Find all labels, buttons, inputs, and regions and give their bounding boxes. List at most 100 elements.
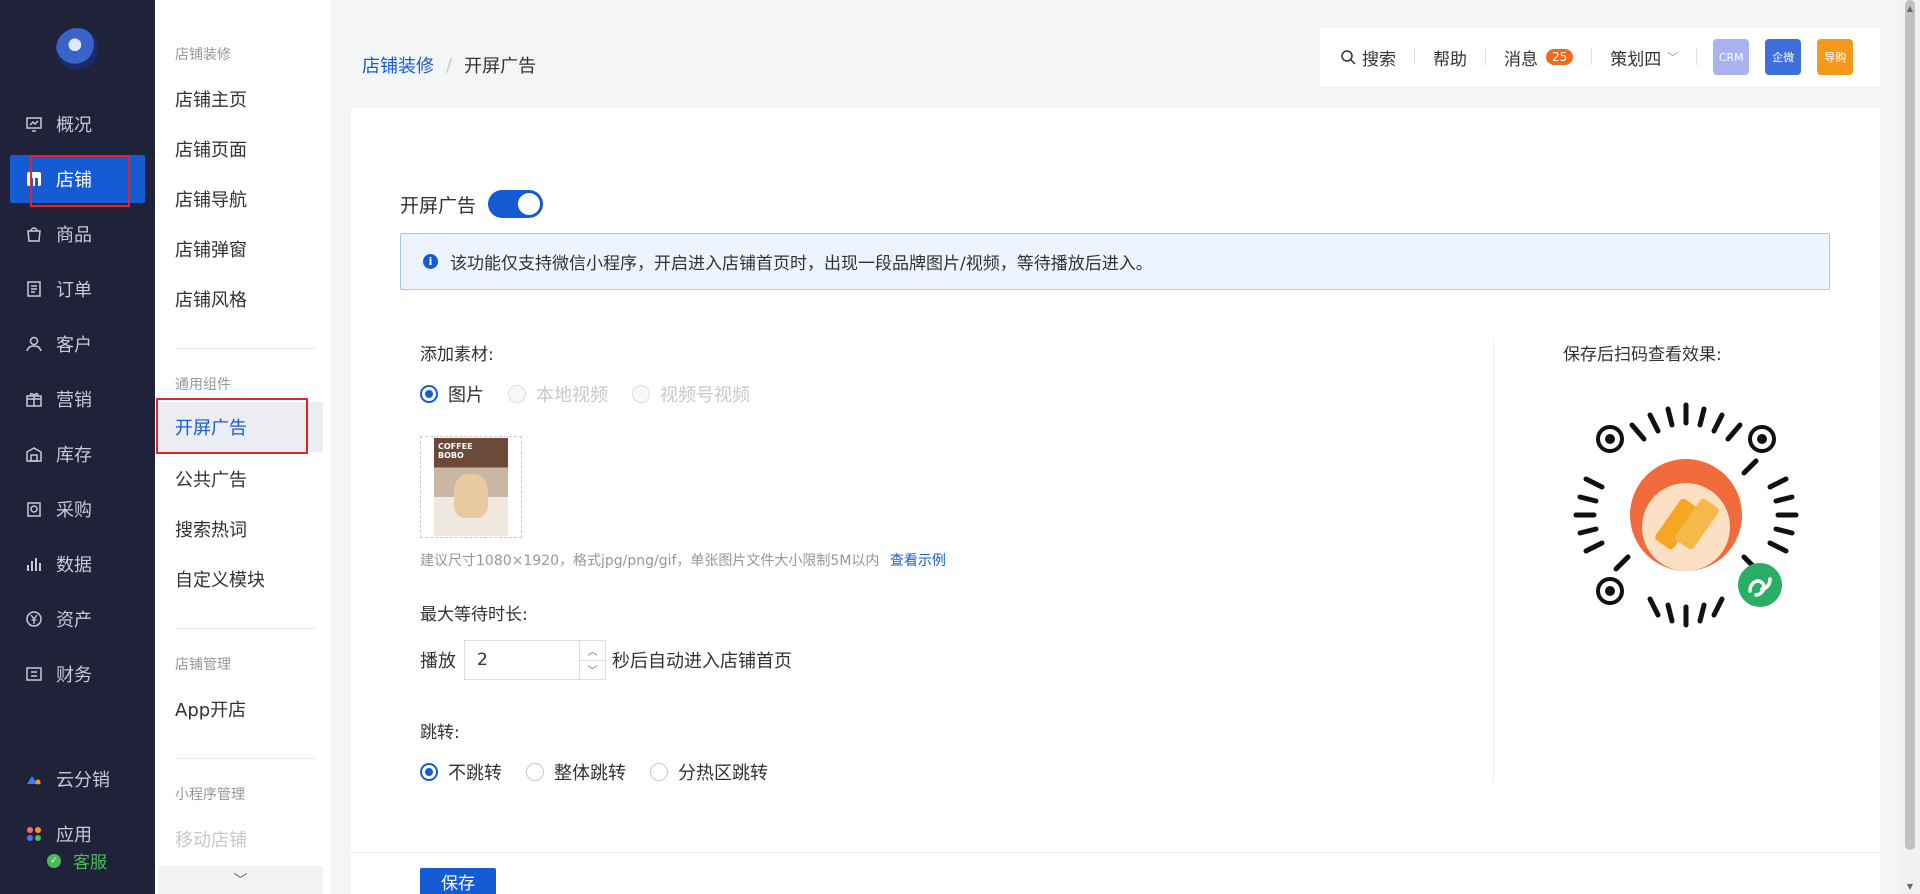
user-menu[interactable]: 策划四 ﹀ xyxy=(1610,45,1678,70)
radio-label: 不跳转 xyxy=(448,763,502,784)
radio-no-jump[interactable]: 不跳转 xyxy=(420,759,502,785)
nav-label: 云分销 xyxy=(56,770,110,791)
info-notice: i 该功能仅支持微信小程序，开启进入店铺首页时，出现一段品牌图片/视频，等待播放… xyxy=(400,233,1830,290)
divider xyxy=(1414,49,1415,65)
top-toolbar: 搜索 帮助 消息 25 策划四 ﹀ CRM 企微 导购 xyxy=(1320,28,1880,86)
nav-item-orders[interactable]: 订单 xyxy=(10,265,145,313)
chevron-down-icon: ﹀ xyxy=(233,873,248,889)
online-status-icon: ✓ xyxy=(47,853,61,868)
sec-group-title: 店铺装修 xyxy=(175,47,231,63)
guide-app-icon[interactable]: 导购 xyxy=(1817,39,1854,75)
divider xyxy=(1696,49,1698,65)
radio-local-video[interactable]: 本地视频 xyxy=(508,381,608,407)
radio-label: 分热区跳转 xyxy=(678,763,768,784)
divider xyxy=(175,348,315,349)
help-button[interactable]: 帮助 xyxy=(1433,45,1467,70)
yen-icon xyxy=(24,609,44,629)
sec-item-store-pages[interactable]: 店铺页面 xyxy=(175,136,247,162)
mini-program-icon xyxy=(1738,563,1782,607)
play-prefix: 播放 xyxy=(420,651,456,672)
highlight-box-splash-ad xyxy=(156,398,308,454)
wait-duration-input[interactable]: 2 xyxy=(465,641,579,679)
nav-label: 应用 xyxy=(56,825,92,846)
sec-item-public-ad[interactable]: 公共广告 xyxy=(175,466,247,492)
sec-item-store-home[interactable]: 店铺主页 xyxy=(175,86,247,112)
radio-label: 整体跳转 xyxy=(554,763,626,784)
upload-hint: 建议尺寸1080×1920，格式jpg/png/gif，单张图片文件大小限制5M… xyxy=(420,550,946,570)
uploaded-image-thumbnail[interactable]: COFFEE BOBO xyxy=(420,436,522,538)
radio-dot xyxy=(632,385,650,403)
user-name: 策划四 xyxy=(1610,49,1662,70)
nav-label: 商品 xyxy=(56,225,92,246)
mascot-figure xyxy=(454,474,488,518)
nav-label: 资产 xyxy=(56,610,92,631)
save-button[interactable]: 保存 xyxy=(420,868,496,894)
divider xyxy=(1485,49,1486,65)
radio-dot xyxy=(420,385,438,403)
highlight-box-store xyxy=(30,155,130,207)
splash-ad-toggle[interactable] xyxy=(488,190,544,218)
material-radio-group: 图片 本地视频 视频号视频 xyxy=(420,381,774,407)
cloud-distribution-icon xyxy=(24,769,44,789)
radio-label: 本地视频 xyxy=(536,385,608,406)
nav-item-cloud-distribution[interactable]: 云分销 xyxy=(10,755,145,803)
nav-label: 财务 xyxy=(56,665,92,686)
wait-duration-stepper[interactable]: 2 ︿ ﹀ xyxy=(464,640,606,680)
finance-icon xyxy=(24,664,44,684)
message-count-badge: 25 xyxy=(1546,49,1574,65)
scrollbar-thumb[interactable] xyxy=(1905,0,1915,850)
play-suffix: 秒后自动进入店铺首页 xyxy=(612,651,792,672)
sec-item-store-popup[interactable]: 店铺弹窗 xyxy=(175,236,247,262)
notice-text: 该功能仅支持微信小程序，开启进入店铺首页时，出现一段品牌图片/视频，等待播放后进… xyxy=(450,254,1153,274)
sec-item-app-store[interactable]: App开店 xyxy=(175,696,246,722)
breadcrumb-parent[interactable]: 店铺装修 xyxy=(362,52,434,78)
messages-button[interactable]: 消息 25 xyxy=(1504,45,1574,70)
radio-whole-jump[interactable]: 整体跳转 xyxy=(526,759,626,785)
gift-icon xyxy=(24,389,44,409)
guide-app-label: 导购 xyxy=(1824,51,1847,64)
radio-image[interactable]: 图片 xyxy=(420,381,484,407)
purchase-icon xyxy=(24,499,44,519)
material-label: 添加素材: xyxy=(420,345,494,365)
page-scrollbar[interactable]: ▲ ▼ xyxy=(1900,0,1920,894)
nav-item-data[interactable]: 数据 xyxy=(10,540,145,588)
breadcrumb-separator: / xyxy=(446,54,453,76)
radio-dot xyxy=(420,763,438,781)
sec-item-mobile-store[interactable]: 移动店铺 xyxy=(175,826,247,852)
scroll-up-arrow[interactable]: ▲ xyxy=(1900,0,1920,16)
radio-dot xyxy=(650,763,668,781)
customer-service[interactable]: ✓ 客服 xyxy=(47,848,107,873)
increment-button[interactable]: ︿ xyxy=(580,641,605,661)
view-example-link[interactable]: 查看示例 xyxy=(890,553,946,569)
nav-label: 采购 xyxy=(56,500,92,521)
logo[interactable] xyxy=(56,28,98,70)
thumbnail-caption: COFFEE BOBO xyxy=(438,442,473,460)
search-icon xyxy=(1341,50,1356,65)
nav-item-assets[interactable]: 资产 xyxy=(10,595,145,643)
collapse-button[interactable]: ﹀ xyxy=(158,866,323,894)
sec-item-store-style[interactable]: 店铺风格 xyxy=(175,286,247,312)
nav-item-purchase[interactable]: 采购 xyxy=(10,485,145,533)
radio-hotspot-jump[interactable]: 分热区跳转 xyxy=(650,759,768,785)
wait-label: 最大等待时长: xyxy=(420,605,528,625)
wecom-app-icon[interactable]: 企微 xyxy=(1765,39,1802,75)
search-button[interactable]: 搜索 xyxy=(1340,45,1396,70)
nav-item-customers[interactable]: 客户 xyxy=(10,320,145,368)
scroll-down-arrow[interactable]: ▼ xyxy=(1900,878,1920,894)
nav-label: 客户 xyxy=(56,335,92,356)
radio-channel-video[interactable]: 视频号视频 xyxy=(632,381,750,407)
nav-item-overview[interactable]: 概况 xyxy=(10,100,145,148)
crm-app-icon[interactable]: CRM xyxy=(1713,39,1750,75)
divider xyxy=(175,758,315,759)
apps-icon xyxy=(24,824,44,844)
sec-item-custom-module[interactable]: 自定义模块 xyxy=(175,566,265,592)
decrement-button[interactable]: ﹀ xyxy=(580,661,605,680)
vertical-divider xyxy=(1493,340,1494,782)
nav-item-marketing[interactable]: 营销 xyxy=(10,375,145,423)
nav-item-goods[interactable]: 商品 xyxy=(10,210,145,258)
sec-item-store-nav[interactable]: 店铺导航 xyxy=(175,186,247,212)
sec-item-hot-search[interactable]: 搜索热词 xyxy=(175,516,247,542)
overview-icon xyxy=(24,114,44,134)
nav-item-inventory[interactable]: 库存 xyxy=(10,430,145,478)
nav-item-finance[interactable]: 财务 xyxy=(10,650,145,698)
